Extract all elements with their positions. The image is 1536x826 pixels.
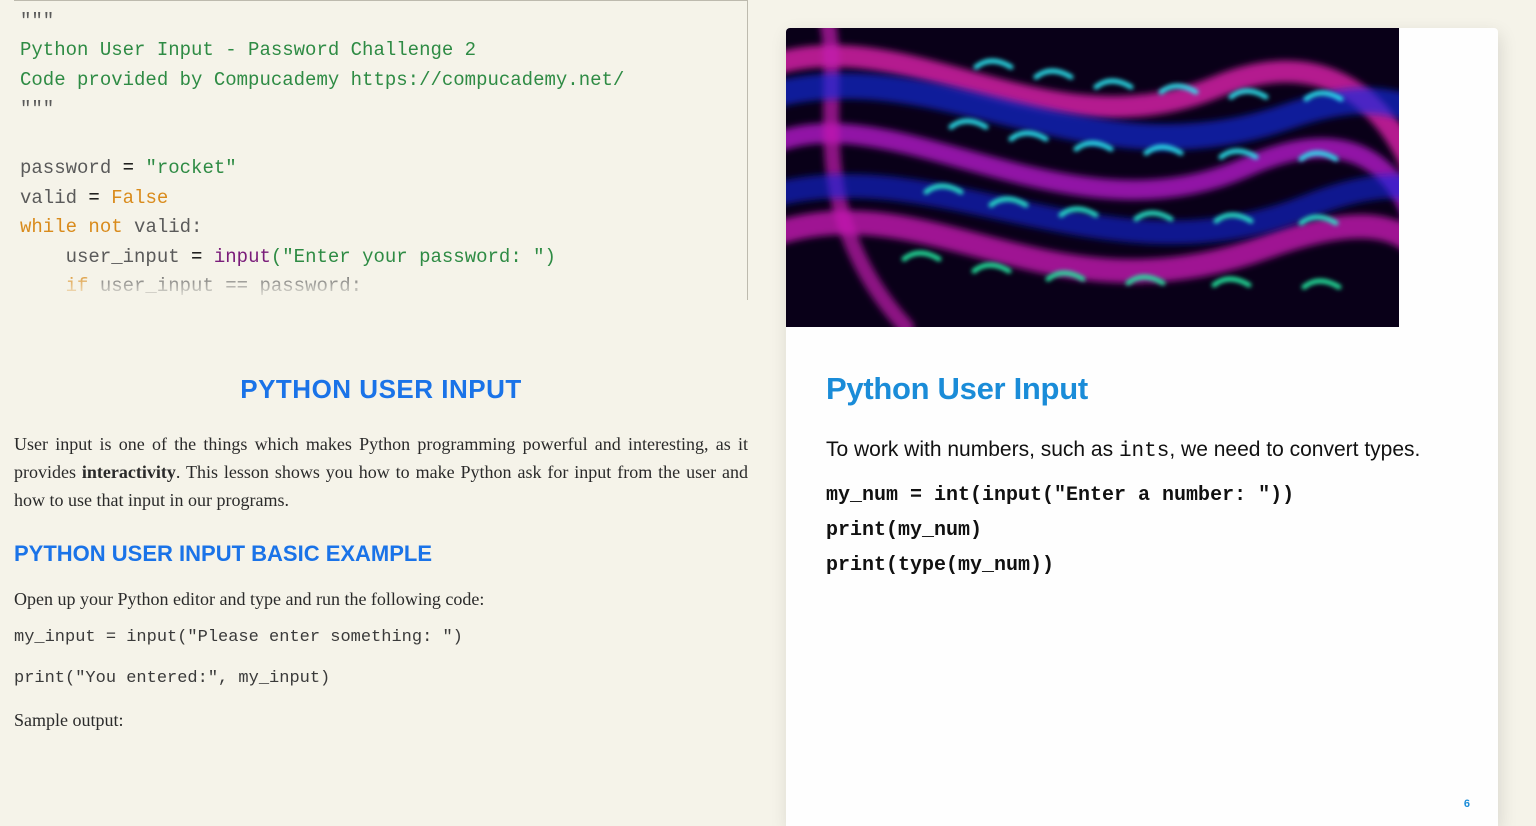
code-input-builtin: input: [214, 246, 271, 268]
code-snippet-box: """ Python User Input - Password Challen…: [14, 0, 748, 300]
left-code-line-2: print("You entered:", my_input): [14, 669, 748, 688]
left-code-line-1: my_input = input("Please enter something…: [14, 628, 748, 647]
code-user-input-var: user_input: [66, 246, 180, 268]
neon-lights-image: [786, 28, 1399, 327]
code-input-prompt: ("Enter your password: "): [271, 246, 556, 268]
code-triple-quote-close: """: [20, 98, 54, 120]
left-intro-paragraph: User input is one of the things which ma…: [14, 431, 748, 515]
code-if: if: [66, 275, 89, 297]
slide-body: Python User Input To work with numbers, …: [786, 327, 1498, 826]
code-password-value: "rocket": [145, 157, 236, 179]
slide-text-ints: ints: [1119, 440, 1169, 463]
code-comment-line-1: Python User Input - Password Challenge 2: [20, 39, 476, 61]
left-sample-output-label: Sample output:: [14, 710, 748, 731]
code-password-var: password: [20, 157, 111, 179]
slide-text-part-a: To work with numbers, such as: [826, 438, 1119, 461]
slide-title: Python User Input: [826, 371, 1458, 407]
code-false: False: [111, 187, 168, 209]
right-column: Python User Input To work with numbers, …: [768, 0, 1536, 826]
left-column: """ Python User Input - Password Challen…: [0, 0, 768, 826]
left-open-line: Open up your Python editor and type and …: [14, 589, 748, 610]
slide-code-line-2: print(my_num): [826, 519, 1458, 542]
code-not: not: [88, 216, 122, 238]
slide-text-part-b: , we need to convert types.: [1169, 438, 1420, 461]
code-valid-cond: valid:: [134, 216, 202, 238]
code-comment-line-2: Code provided by Compucademy https://com…: [20, 69, 624, 91]
code-if-cond: user_input == password:: [100, 275, 362, 297]
slide-page-number: 6: [1464, 798, 1470, 810]
code-triple-quote-open: """: [20, 10, 54, 32]
left-heading: PYTHON USER INPUT: [14, 374, 748, 405]
slide-text: To work with numbers, such as ints, we n…: [826, 435, 1458, 466]
slide-code-line-1: my_num = int(input("Enter a number: ")): [826, 484, 1458, 507]
slide-code-line-3: print(type(my_num)): [826, 554, 1458, 577]
left-subheading: PYTHON USER INPUT BASIC EXAMPLE: [14, 541, 748, 567]
slide-card: Python User Input To work with numbers, …: [786, 28, 1498, 826]
code-valid-var: valid: [20, 187, 77, 209]
code-while: while: [20, 216, 77, 238]
